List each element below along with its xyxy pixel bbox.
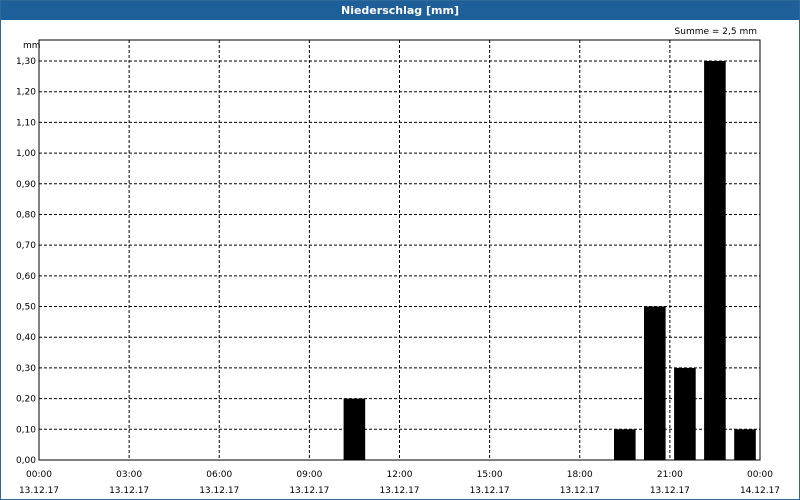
- precipitation-bar: [614, 429, 636, 460]
- x-tick-time-label: 00:00: [26, 470, 52, 480]
- precipitation-bar: [644, 306, 666, 460]
- x-tick-time-label: 12:00: [387, 470, 413, 480]
- x-tick-time-label: 21:00: [657, 470, 683, 480]
- y-tick-label: 0,00: [16, 456, 36, 466]
- y-tick-label: 0,20: [16, 395, 36, 405]
- y-tick-label: 1,00: [16, 149, 36, 159]
- y-tick-label: 0,70: [16, 241, 36, 251]
- x-tick-date-label: 13.12.17: [560, 486, 600, 496]
- y-tick-label: 0,80: [16, 210, 36, 220]
- y-tick-label: 0,30: [16, 364, 36, 374]
- y-tick-label: 1,20: [16, 88, 36, 98]
- x-axis-tick-labels: 00:00 13.12.17 03:00 13.12.17 06:00 13.12.17 0…: [19, 470, 780, 496]
- y-tick-label: 0,40: [16, 333, 36, 343]
- y-axis-tick-labels: 0,00 0,10 0,20 0,30 0,40 0,50 0,60 0,70 0,80 0,90…: [16, 57, 36, 466]
- x-tick-date-label: 13.12.17: [199, 486, 239, 496]
- x-tick-time-label: 15:00: [477, 470, 503, 480]
- x-tick-date-label: 14.12.17: [740, 486, 780, 496]
- x-tick-date-label: 13.12.17: [470, 486, 510, 496]
- y-tick-label: 1,30: [16, 57, 36, 67]
- x-tick-time-label: 09:00: [296, 470, 322, 480]
- y-tick-label: 0,10: [16, 425, 36, 435]
- x-tick-time-label: 06:00: [206, 470, 232, 480]
- precipitation-bar: [674, 367, 696, 460]
- x-tick-date-label: 13.12.17: [109, 486, 149, 496]
- sum-annotation: Summe = 2,5 mm: [675, 27, 757, 37]
- y-tick-label: 1,10: [16, 118, 36, 128]
- y-tick-label: 0,90: [16, 180, 36, 190]
- x-tick-time-label: 03:00: [116, 470, 142, 480]
- y-tick-label: 0,60: [16, 272, 36, 282]
- x-tick-date-label: 13.12.17: [289, 486, 329, 496]
- x-tick-time-label: 00:00: [747, 470, 773, 480]
- precipitation-chart: 0,00 0,10 0,20 0,30 0,40 0,50 0,60 0,70 0,80 0,90…: [16, 27, 780, 496]
- x-tick-date-label: 13.12.17: [650, 486, 690, 496]
- x-tick-time-label: 18:00: [567, 470, 593, 480]
- x-tick-date-label: 13.12.17: [379, 486, 419, 496]
- y-axis-unit-label: mm: [23, 41, 41, 51]
- precipitation-bar: [704, 61, 726, 460]
- x-tick-date-label: 13.12.17: [19, 486, 59, 496]
- precipitation-bar: [343, 398, 366, 460]
- y-tick-label: 0,50: [16, 303, 36, 313]
- precipitation-bar: [734, 429, 756, 460]
